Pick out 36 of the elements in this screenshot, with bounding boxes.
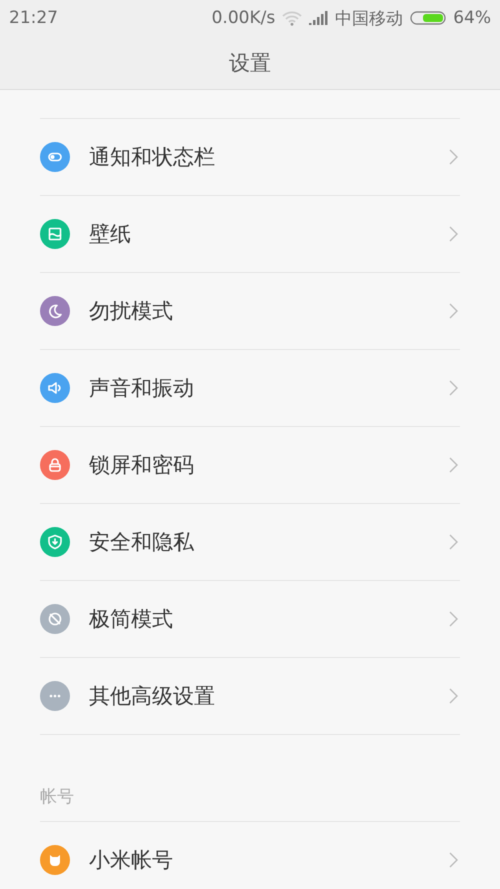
settings-row[interactable]: 勿扰模式 (40, 272, 460, 349)
network-speed: 0.00K/s (212, 8, 276, 28)
row-label: 声音和振动 (89, 375, 195, 402)
signal-icon (309, 11, 328, 25)
chevron-icon (449, 226, 458, 242)
row-label: 小米帐号 (89, 847, 174, 874)
chevron-icon (449, 457, 458, 473)
row-label: 壁纸 (89, 221, 132, 248)
settings-row[interactable]: 极简模式 (40, 580, 460, 657)
row-label: 通知和状态栏 (89, 144, 216, 171)
settings-row[interactable]: 声音和振动 (40, 349, 460, 426)
battery-icon (410, 11, 446, 25)
row-label: 勿扰模式 (89, 298, 174, 325)
settings-row[interactable]: 小米帐号 (40, 821, 460, 889)
chevron-icon (449, 688, 458, 704)
clock: 21:27 (9, 8, 58, 28)
carrier-name: 中国移动 (335, 8, 404, 30)
chevron-icon (449, 303, 458, 319)
chevron-icon (449, 611, 458, 627)
page-title: 设置 (229, 50, 271, 76)
row-label: 极简模式 (89, 606, 174, 633)
settings-row[interactable]: 通知和状态栏 (40, 118, 460, 195)
chevron-icon (449, 534, 458, 550)
settings-row[interactable]: 锁屏和密码 (40, 426, 460, 503)
row-label: 锁屏和密码 (89, 452, 195, 479)
chevron-icon (449, 380, 458, 396)
row-label: 其他高级设置 (89, 683, 216, 710)
battery-percent: 64% (453, 8, 491, 28)
section-header: 帐号 (40, 786, 74, 808)
wifi-icon (282, 10, 302, 26)
settings-row[interactable]: 其他高级设置 (40, 657, 460, 735)
settings-row[interactable]: 壁纸 (40, 195, 460, 272)
settings-row[interactable]: 安全和隐私 (40, 503, 460, 580)
chevron-icon (449, 149, 458, 165)
chevron-icon (449, 852, 458, 868)
row-label: 安全和隐私 (89, 529, 195, 556)
